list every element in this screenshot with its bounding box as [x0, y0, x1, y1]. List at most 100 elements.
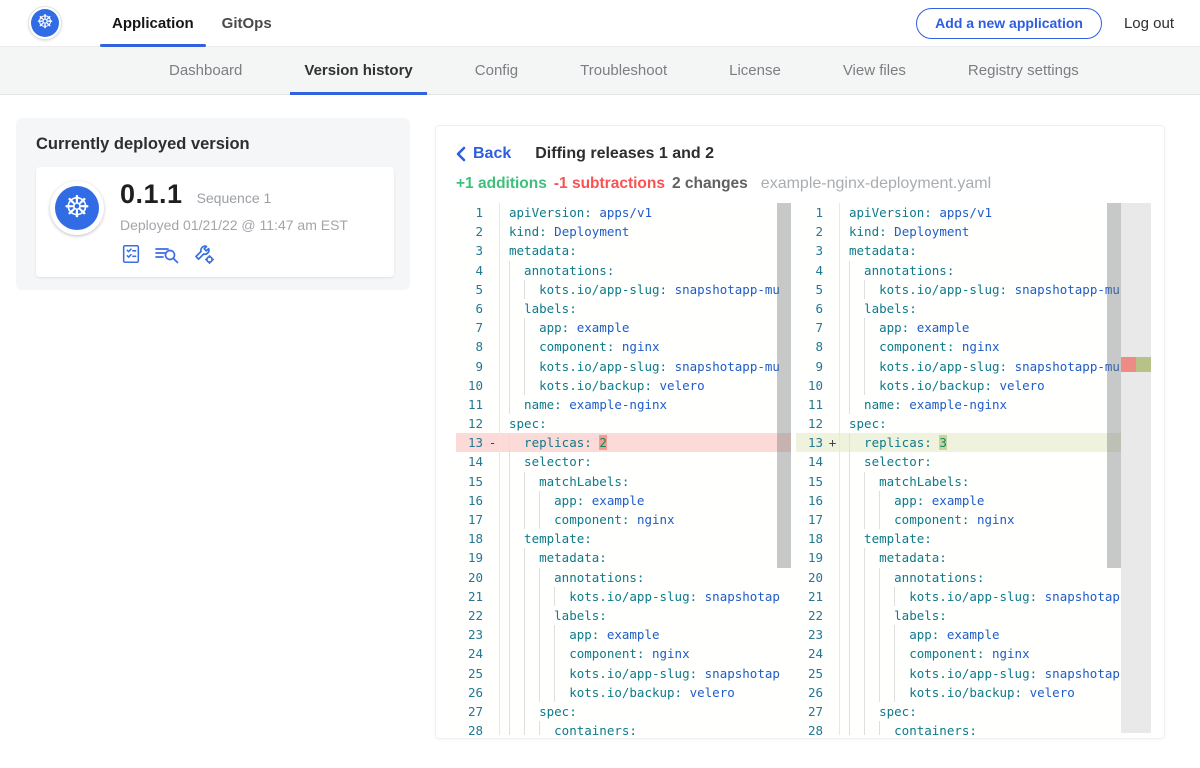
- line-number: 28: [796, 721, 826, 735]
- code-line: 14selector:: [456, 452, 791, 471]
- deployed-timestamp: Deployed 01/21/22 @ 11:47 am EST: [120, 217, 380, 233]
- line-number: 6: [456, 299, 486, 318]
- top-tab-application[interactable]: Application: [98, 0, 208, 47]
- diff-marker: [486, 414, 499, 433]
- line-number: 24: [796, 644, 826, 663]
- preflight-results-icon[interactable]: [154, 243, 180, 265]
- back-button[interactable]: Back: [456, 145, 511, 163]
- diff-marker: [826, 472, 839, 491]
- diff-pane-original[interactable]: 1apiVersion: apps/v12kind: Deployment3me…: [456, 203, 791, 735]
- line-number: 25: [456, 664, 486, 683]
- diff-marker: [486, 280, 499, 299]
- line-number: 5: [796, 280, 826, 299]
- code-line: 6labels:: [456, 299, 791, 318]
- tab-view-files[interactable]: View files: [819, 47, 930, 94]
- line-number: 4: [796, 261, 826, 280]
- diff-marker: +: [826, 433, 839, 452]
- diff-marker: [826, 395, 839, 414]
- diff-marker: [826, 491, 839, 510]
- top-nav: ☸ ApplicationGitOps Add a new applicatio…: [0, 0, 1200, 47]
- app-logo: ☸: [50, 181, 104, 235]
- code-line: 17component: nginx: [796, 510, 1151, 529]
- line-number: 10: [456, 376, 486, 395]
- line-number: 24: [456, 644, 486, 663]
- top-nav-right: Add a new application Log out: [916, 8, 1200, 39]
- config-icon[interactable]: [192, 242, 216, 266]
- line-number: 1: [456, 203, 486, 222]
- diff-marker: [826, 299, 839, 318]
- code-line: 4annotations:: [456, 261, 791, 280]
- tab-dashboard[interactable]: Dashboard: [145, 47, 266, 94]
- diff-marker: [486, 337, 499, 356]
- diff-marker: [486, 261, 499, 280]
- tab-config[interactable]: Config: [451, 47, 542, 94]
- line-number: 27: [456, 702, 486, 721]
- code-line: 10kots.io/backup: velero: [456, 376, 791, 395]
- diff-marker: [486, 702, 499, 721]
- code-line: 25kots.io/app-slug: snapshotap: [796, 664, 1151, 683]
- app-sub-nav: Dashboard Version history Config Troublesho…: [0, 47, 1200, 95]
- top-tab-gitops[interactable]: GitOps: [208, 0, 286, 47]
- diff-marker: [826, 414, 839, 433]
- code-line: 9kots.io/app-slug: snapshotapp-mu: [456, 357, 791, 376]
- deployed-version-tile: ☸ 0.1.1 Sequence 1 Deployed 01/21/22 @ 1…: [36, 167, 394, 277]
- code-line: 6labels:: [796, 299, 1151, 318]
- line-number: 20: [796, 568, 826, 587]
- line-number: 13: [796, 433, 826, 452]
- diff-pane-modified[interactable]: 1apiVersion: apps/v12kind: Deployment3me…: [796, 203, 1151, 735]
- code-line: 7app: example: [456, 318, 791, 337]
- diff-marker: [826, 203, 839, 222]
- code-line: 3metadata:: [456, 241, 791, 260]
- line-number: 13: [456, 433, 486, 452]
- diff-marker: [826, 261, 839, 280]
- code-line: 14selector:: [796, 452, 1151, 471]
- currently-deployed-card: Currently deployed version ☸ 0.1.1 Seque…: [16, 118, 410, 290]
- line-number: 2: [796, 222, 826, 241]
- diff-marker: [826, 568, 839, 587]
- tab-version-history[interactable]: Version history: [280, 47, 436, 94]
- tab-license[interactable]: License: [705, 47, 805, 94]
- diff-marker: [826, 510, 839, 529]
- top-nav-tabs: ApplicationGitOps: [98, 0, 286, 47]
- line-number: 28: [456, 721, 486, 735]
- diff-panel: Back Diffing releases 1 and 2 +1 additio…: [435, 125, 1165, 739]
- code-line: 27spec:: [456, 702, 791, 721]
- line-number: 21: [456, 587, 486, 606]
- code-line: 2kind: Deployment: [796, 222, 1151, 241]
- line-number: 17: [796, 510, 826, 529]
- code-line: 25kots.io/app-slug: snapshotap: [456, 664, 791, 683]
- tab-troubleshoot[interactable]: Troubleshoot: [556, 47, 691, 94]
- chevron-left-icon: [456, 146, 466, 162]
- logout-button[interactable]: Log out: [1124, 15, 1174, 32]
- line-number: 14: [456, 452, 486, 471]
- diff-marker: [826, 337, 839, 356]
- overview-ruler[interactable]: [1121, 203, 1151, 733]
- diff-marker: [826, 529, 839, 548]
- line-number: 18: [456, 529, 486, 548]
- line-number: 11: [796, 395, 826, 414]
- line-number: 22: [456, 606, 486, 625]
- diff-marker: [826, 587, 839, 606]
- sequence-label: Sequence 1: [197, 190, 272, 206]
- add-application-button[interactable]: Add a new application: [916, 8, 1102, 39]
- line-number: 16: [456, 491, 486, 510]
- diff-marker: [826, 625, 839, 644]
- code-line: 8component: nginx: [456, 337, 791, 356]
- diff-marker: [486, 395, 499, 414]
- line-number: 8: [796, 337, 826, 356]
- line-number: 15: [796, 472, 826, 491]
- scrollbar-thumb[interactable]: [1107, 203, 1121, 568]
- tab-registry-settings[interactable]: Registry settings: [944, 47, 1103, 94]
- diff-title: Diffing releases 1 and 2: [535, 145, 714, 163]
- diff-stats: +1 additions -1 subtractions 2 changes e…: [456, 175, 1149, 193]
- code-line: 5kots.io/app-slug: snapshotapp-mu: [456, 280, 791, 299]
- line-number: 1: [796, 203, 826, 222]
- line-number: 7: [456, 318, 486, 337]
- code-line: 23app: example: [796, 625, 1151, 644]
- scrollbar-thumb[interactable]: [777, 203, 791, 568]
- code-line: 15matchLabels:: [796, 472, 1151, 491]
- code-line: 18template:: [796, 529, 1151, 548]
- release-notes-icon[interactable]: [120, 243, 142, 265]
- code-line: 21kots.io/app-slug: snapshotap: [796, 587, 1151, 606]
- code-line: 24component: nginx: [456, 644, 791, 663]
